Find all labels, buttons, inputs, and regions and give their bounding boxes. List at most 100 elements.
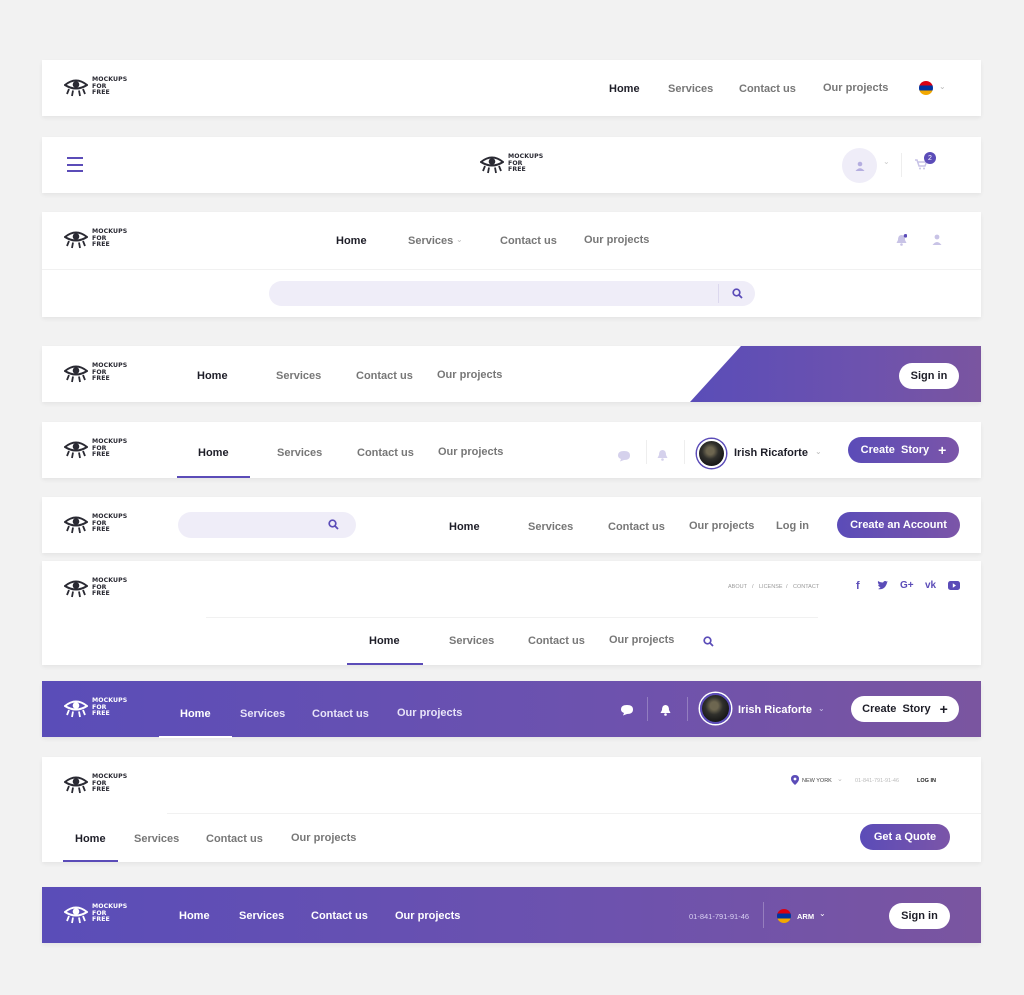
nav-home[interactable]: Home bbox=[198, 447, 229, 459]
search-input[interactable] bbox=[269, 281, 755, 306]
sign-in-button[interactable]: Sign in bbox=[889, 903, 950, 929]
hamburger-icon[interactable] bbox=[66, 157, 83, 172]
bell-icon[interactable] bbox=[660, 704, 671, 716]
chat-icon[interactable] bbox=[617, 450, 631, 462]
nav-services[interactable]: Services bbox=[528, 521, 573, 533]
create-account-button[interactable]: Create an Account bbox=[837, 512, 960, 538]
nav-projects[interactable]: Our projects bbox=[397, 707, 462, 719]
language-select[interactable]: ARM bbox=[797, 912, 814, 921]
nav-home[interactable]: Home bbox=[180, 708, 211, 720]
logo[interactable]: MOCKUPS FOR FREE bbox=[64, 577, 127, 598]
vk-icon[interactable]: vk bbox=[925, 580, 936, 591]
nav-contact[interactable]: Contact us bbox=[312, 708, 369, 720]
nav-home[interactable]: Home bbox=[75, 833, 106, 845]
divider bbox=[718, 284, 719, 303]
nav-home[interactable]: Home bbox=[336, 235, 367, 247]
logo[interactable]: MOCKUPS FOR FREE bbox=[64, 773, 127, 794]
location-select[interactable]: NEW YORK bbox=[802, 778, 832, 784]
log-in-link[interactable]: Log in bbox=[776, 520, 809, 532]
bell-icon[interactable] bbox=[896, 234, 907, 246]
nav-home[interactable]: Home bbox=[197, 370, 228, 382]
divider bbox=[42, 269, 981, 270]
nav-services[interactable]: Services bbox=[408, 235, 453, 247]
user-name[interactable]: Irish Ricaforte bbox=[734, 447, 808, 459]
chat-icon[interactable] bbox=[620, 704, 634, 716]
nav-services[interactable]: Services bbox=[240, 708, 285, 720]
logo-text: MOCKUPS FOR FREE bbox=[92, 513, 128, 534]
chevron-down-icon[interactable]: ⌄ bbox=[819, 909, 826, 918]
active-underline bbox=[159, 736, 232, 738]
create-story-button[interactable]: Create Story + bbox=[848, 437, 959, 463]
chevron-down-icon[interactable]: ⌄ bbox=[939, 82, 946, 91]
sign-in-button[interactable]: Sign in bbox=[899, 363, 959, 389]
logo[interactable]: MOCKUPS FOR FREE bbox=[64, 76, 128, 97]
avatar[interactable] bbox=[700, 693, 731, 724]
nav-projects[interactable]: Our projects bbox=[823, 82, 888, 94]
nav-contact[interactable]: Contact us bbox=[739, 83, 796, 95]
nav-projects[interactable]: Our projects bbox=[291, 832, 356, 844]
nav-projects[interactable]: Our projects bbox=[437, 369, 502, 381]
eye-logo-icon bbox=[64, 439, 88, 459]
get-quote-button[interactable]: Get a Quote bbox=[860, 824, 950, 850]
nav-projects[interactable]: Our projects bbox=[584, 234, 649, 246]
nav-contact[interactable]: Contact us bbox=[311, 910, 368, 922]
logo[interactable]: MOCKUPS FOR FREE bbox=[64, 903, 127, 924]
nav-home[interactable]: Home bbox=[449, 521, 480, 533]
contact-link[interactable]: CONTACT bbox=[793, 584, 819, 590]
create-story-label: Create Story bbox=[862, 703, 931, 715]
twitter-icon[interactable] bbox=[877, 581, 888, 591]
nav-projects[interactable]: Our projects bbox=[689, 520, 754, 532]
nav-contact[interactable]: Contact us bbox=[206, 833, 263, 845]
youtube-icon[interactable] bbox=[948, 581, 960, 590]
log-in-link[interactable]: LOG IN bbox=[917, 778, 936, 784]
nav-services[interactable]: Services bbox=[449, 635, 494, 647]
logo-text: MOCKUPS FOR FREE bbox=[92, 76, 128, 97]
search-icon[interactable] bbox=[703, 636, 714, 647]
nav-projects[interactable]: Our projects bbox=[438, 446, 503, 458]
user-name[interactable]: Irish Ricaforte bbox=[738, 704, 812, 716]
about-link[interactable]: ABOUT bbox=[728, 584, 747, 590]
facebook-icon[interactable]: f bbox=[856, 580, 860, 592]
logo[interactable]: MOCKUPS FOR FREE bbox=[64, 228, 127, 249]
search-icon[interactable] bbox=[732, 288, 743, 299]
avatar[interactable] bbox=[697, 439, 726, 468]
user-icon[interactable] bbox=[932, 234, 942, 245]
chevron-down-icon[interactable]: ⌄ bbox=[837, 775, 843, 783]
logo[interactable]: MOCKUPS FOR FREE bbox=[64, 513, 128, 534]
google-plus-icon[interactable]: G+ bbox=[900, 580, 914, 591]
nav-contact[interactable]: Contact us bbox=[356, 370, 413, 382]
nav-contact[interactable]: Contact us bbox=[528, 635, 585, 647]
nav-services[interactable]: Services bbox=[276, 370, 321, 382]
nav-home[interactable]: Home bbox=[369, 635, 400, 647]
bell-icon[interactable] bbox=[657, 449, 668, 461]
logo[interactable]: MOCKUPS FOR FREE bbox=[64, 362, 127, 383]
nav-services[interactable]: Services bbox=[134, 833, 179, 845]
search-icon[interactable] bbox=[328, 519, 339, 530]
user-icon bbox=[855, 161, 864, 171]
nav-projects[interactable]: Our projects bbox=[609, 634, 674, 646]
nav-home[interactable]: Home bbox=[179, 910, 210, 922]
nav-contact[interactable]: Contact us bbox=[357, 447, 414, 459]
user-menu[interactable] bbox=[842, 148, 877, 183]
eye-logo-icon bbox=[64, 578, 88, 598]
phone-number: 01-841-791-91-46 bbox=[855, 778, 900, 784]
logo[interactable]: MOCKUPS FOR FREE bbox=[64, 697, 127, 718]
nav-services[interactable]: Services bbox=[668, 83, 713, 95]
cart-count: 2 bbox=[928, 154, 932, 162]
nav-contact[interactable]: Contact us bbox=[608, 521, 665, 533]
nav-projects[interactable]: Our projects bbox=[395, 910, 460, 922]
nav-home[interactable]: Home bbox=[609, 83, 640, 95]
chevron-down-icon[interactable]: ⌄ bbox=[456, 235, 463, 244]
license-link[interactable]: LICENSE bbox=[759, 584, 783, 590]
nav-contact[interactable]: Contact us bbox=[500, 235, 557, 247]
logo[interactable]: MOCKUPS FOR FREE bbox=[480, 153, 543, 174]
chevron-down-icon[interactable]: ⌄ bbox=[883, 157, 890, 166]
logo[interactable]: MOCKUPS FOR FREE bbox=[64, 438, 127, 459]
flag-armenia-icon[interactable] bbox=[919, 81, 933, 95]
flag-armenia-icon[interactable] bbox=[777, 909, 791, 923]
nav-services[interactable]: Services bbox=[239, 910, 284, 922]
nav-services[interactable]: Services bbox=[277, 447, 322, 459]
chevron-down-icon[interactable]: ⌄ bbox=[818, 704, 825, 713]
chevron-down-icon[interactable]: ⌄ bbox=[815, 447, 822, 456]
create-story-button[interactable]: Create Story + bbox=[851, 696, 959, 722]
